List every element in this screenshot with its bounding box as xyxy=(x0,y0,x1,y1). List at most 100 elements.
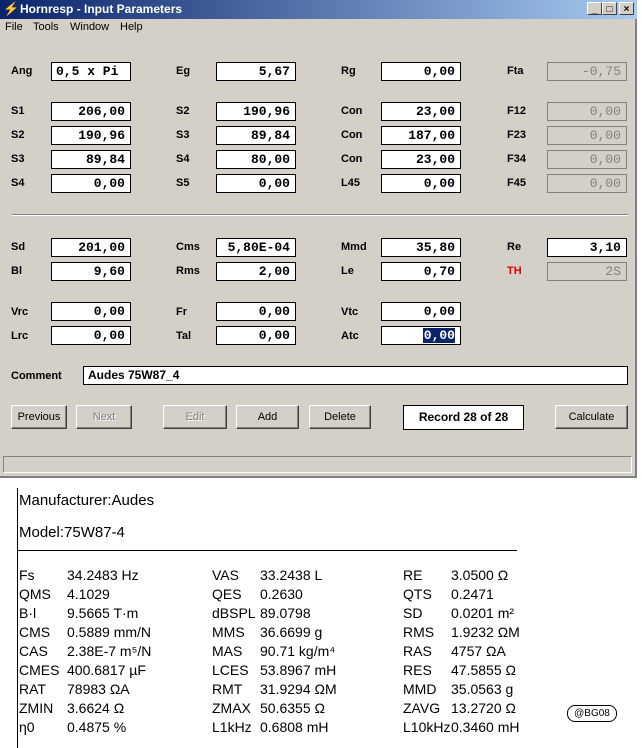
spec-param-value: 13.2720 Ω xyxy=(451,700,516,716)
spec-param-value: 0.3460 mH xyxy=(451,719,520,735)
label-re: Re xyxy=(507,241,522,253)
label-mmd: Mmd xyxy=(341,241,367,253)
lrc-field[interactable]: 0,00 xyxy=(51,326,131,345)
spec-param-value: 90.71 kg/m⁴ xyxy=(260,643,336,659)
menu-file[interactable]: File xyxy=(5,21,23,33)
spec-param-name: MAS xyxy=(212,643,243,659)
f34-field[interactable]: 0,00 xyxy=(547,150,627,169)
label-s4: S4 xyxy=(11,177,25,189)
spec-param-value: 0.0201 m² xyxy=(451,605,515,621)
maximize-button[interactable]: □ xyxy=(602,2,617,15)
vtc-field[interactable]: 0,00 xyxy=(381,302,461,321)
window-title: Hornresp - Input Parameters xyxy=(20,2,183,16)
vrc-field[interactable]: 0,00 xyxy=(51,302,131,321)
spec-param-value: 0.2630 xyxy=(260,586,303,602)
spec-param-name: η0 xyxy=(19,719,35,735)
spec-param-value: 9.5665 T·m xyxy=(67,605,139,621)
spec-param-name: QMS xyxy=(19,586,51,602)
ang-field[interactable]: 0,5 x Pi xyxy=(51,62,131,81)
author-stamp: @BG08 xyxy=(567,705,617,722)
mmd-field[interactable]: 35,80 xyxy=(381,238,461,257)
previous-button[interactable]: Previous xyxy=(11,405,67,429)
spec-param-name: Fs xyxy=(19,567,35,583)
label-s1: S1 xyxy=(11,105,25,117)
label-con-3: Con xyxy=(341,153,363,165)
spec-param-name: ZMAX xyxy=(212,700,251,716)
minimize-button[interactable]: _ xyxy=(587,2,602,15)
label-fr: Fr xyxy=(176,306,187,318)
add-button[interactable]: Add xyxy=(236,405,299,429)
s3-right-field[interactable]: 89,84 xyxy=(216,126,296,145)
con-2-field[interactable]: 187,00 xyxy=(381,126,461,145)
s3-field[interactable]: 89,84 xyxy=(51,150,131,169)
title-bar[interactable]: ⚡ Hornresp - Input Parameters _ □ × xyxy=(0,0,637,19)
label-lrc: Lrc xyxy=(11,330,29,342)
s5-field[interactable]: 0,00 xyxy=(216,174,296,193)
spec-param-name: L1kHz xyxy=(212,719,252,735)
spec-param-value: 0.5889 mm/N xyxy=(67,624,152,640)
s1-field[interactable]: 206,00 xyxy=(51,102,131,121)
spec-sheet: Manufacturer:Audes Model:75W87-4 Fs 34.24… xyxy=(0,478,642,748)
label-vrc: Vrc xyxy=(11,306,29,318)
menu-help[interactable]: Help xyxy=(120,21,143,33)
menu-bar: File Tools Window Help xyxy=(0,19,637,37)
l45-field[interactable]: 0,00 xyxy=(381,174,461,193)
th-field[interactable]: 2S xyxy=(547,262,627,281)
fr-field[interactable]: 0,00 xyxy=(216,302,296,321)
spec-param-value: 47.5855 Ω xyxy=(451,662,516,678)
label-s3: S3 xyxy=(11,153,25,165)
spec-param-name: CMS xyxy=(19,624,51,640)
spec-param-value: 50.6355 Ω xyxy=(260,700,325,716)
label-rms: Rms xyxy=(176,265,200,277)
le-field[interactable]: 0,70 xyxy=(381,262,461,281)
con-3-field[interactable]: 23,00 xyxy=(381,150,461,169)
delete-button[interactable]: Delete xyxy=(309,405,371,429)
spec-param-value: 35.0563 g xyxy=(451,681,514,697)
atc-selected-value: 0,00 xyxy=(422,328,455,343)
label-s5: S5 xyxy=(176,177,190,189)
sd-field[interactable]: 201,00 xyxy=(51,238,131,257)
comment-field[interactable]: Audes 75W87_4 xyxy=(83,366,628,385)
spec-manufacturer: Manufacturer:Audes xyxy=(19,492,155,509)
spec-param-name: CAS xyxy=(19,643,48,659)
spec-param-value: 34.2483 Hz xyxy=(67,567,139,583)
edit-button[interactable]: Edit xyxy=(163,405,227,429)
s4-right-field[interactable]: 80,00 xyxy=(216,150,296,169)
menu-window[interactable]: Window xyxy=(70,21,109,33)
f23-field[interactable]: 0,00 xyxy=(547,126,627,145)
re-field[interactable]: 3,10 xyxy=(547,238,627,257)
tal-field[interactable]: 0,00 xyxy=(216,326,296,345)
spec-param-value: 0.2471 xyxy=(451,586,494,602)
rg-field[interactable]: 0,00 xyxy=(381,62,461,81)
fta-field[interactable]: -0,75 xyxy=(547,62,627,81)
s2-field[interactable]: 190,96 xyxy=(51,126,131,145)
atc-field[interactable]: 0,00 xyxy=(381,326,461,345)
spec-param-name: CMES xyxy=(19,662,60,678)
label-f45: F45 xyxy=(507,177,526,189)
eg-field[interactable]: 5,67 xyxy=(216,62,296,81)
spec-param-value: 31.9294 ΩM xyxy=(260,681,337,697)
spec-param-name: RMS xyxy=(403,624,435,640)
label-th: TH xyxy=(507,265,522,277)
bl-field[interactable]: 9,60 xyxy=(51,262,131,281)
spec-param-name: LCES xyxy=(212,662,249,678)
f45-field[interactable]: 0,00 xyxy=(547,174,627,193)
spec-param-name: QTS xyxy=(403,586,432,602)
f12-field[interactable]: 0,00 xyxy=(547,102,627,121)
calculate-button[interactable]: Calculate xyxy=(555,405,628,429)
label-cms: Cms xyxy=(176,241,200,253)
con-1-field[interactable]: 23,00 xyxy=(381,102,461,121)
close-button[interactable]: × xyxy=(619,2,634,15)
spec-param-name: RMT xyxy=(212,681,243,697)
label-s2: S2 xyxy=(11,129,25,141)
spec-param-name: RE xyxy=(403,567,423,583)
s4-field[interactable]: 0,00 xyxy=(51,174,131,193)
spec-model: Model:75W87-4 xyxy=(19,524,125,541)
cms-field[interactable]: 5,80E-04 xyxy=(216,238,296,257)
spec-param-value: 36.6699 g xyxy=(260,624,323,640)
s2-right-field[interactable]: 190,96 xyxy=(216,102,296,121)
spec-param-value: 400.6817 µF xyxy=(67,662,146,678)
next-button[interactable]: Next xyxy=(76,405,132,429)
rms-field[interactable]: 2,00 xyxy=(216,262,296,281)
menu-tools[interactable]: Tools xyxy=(33,21,59,33)
